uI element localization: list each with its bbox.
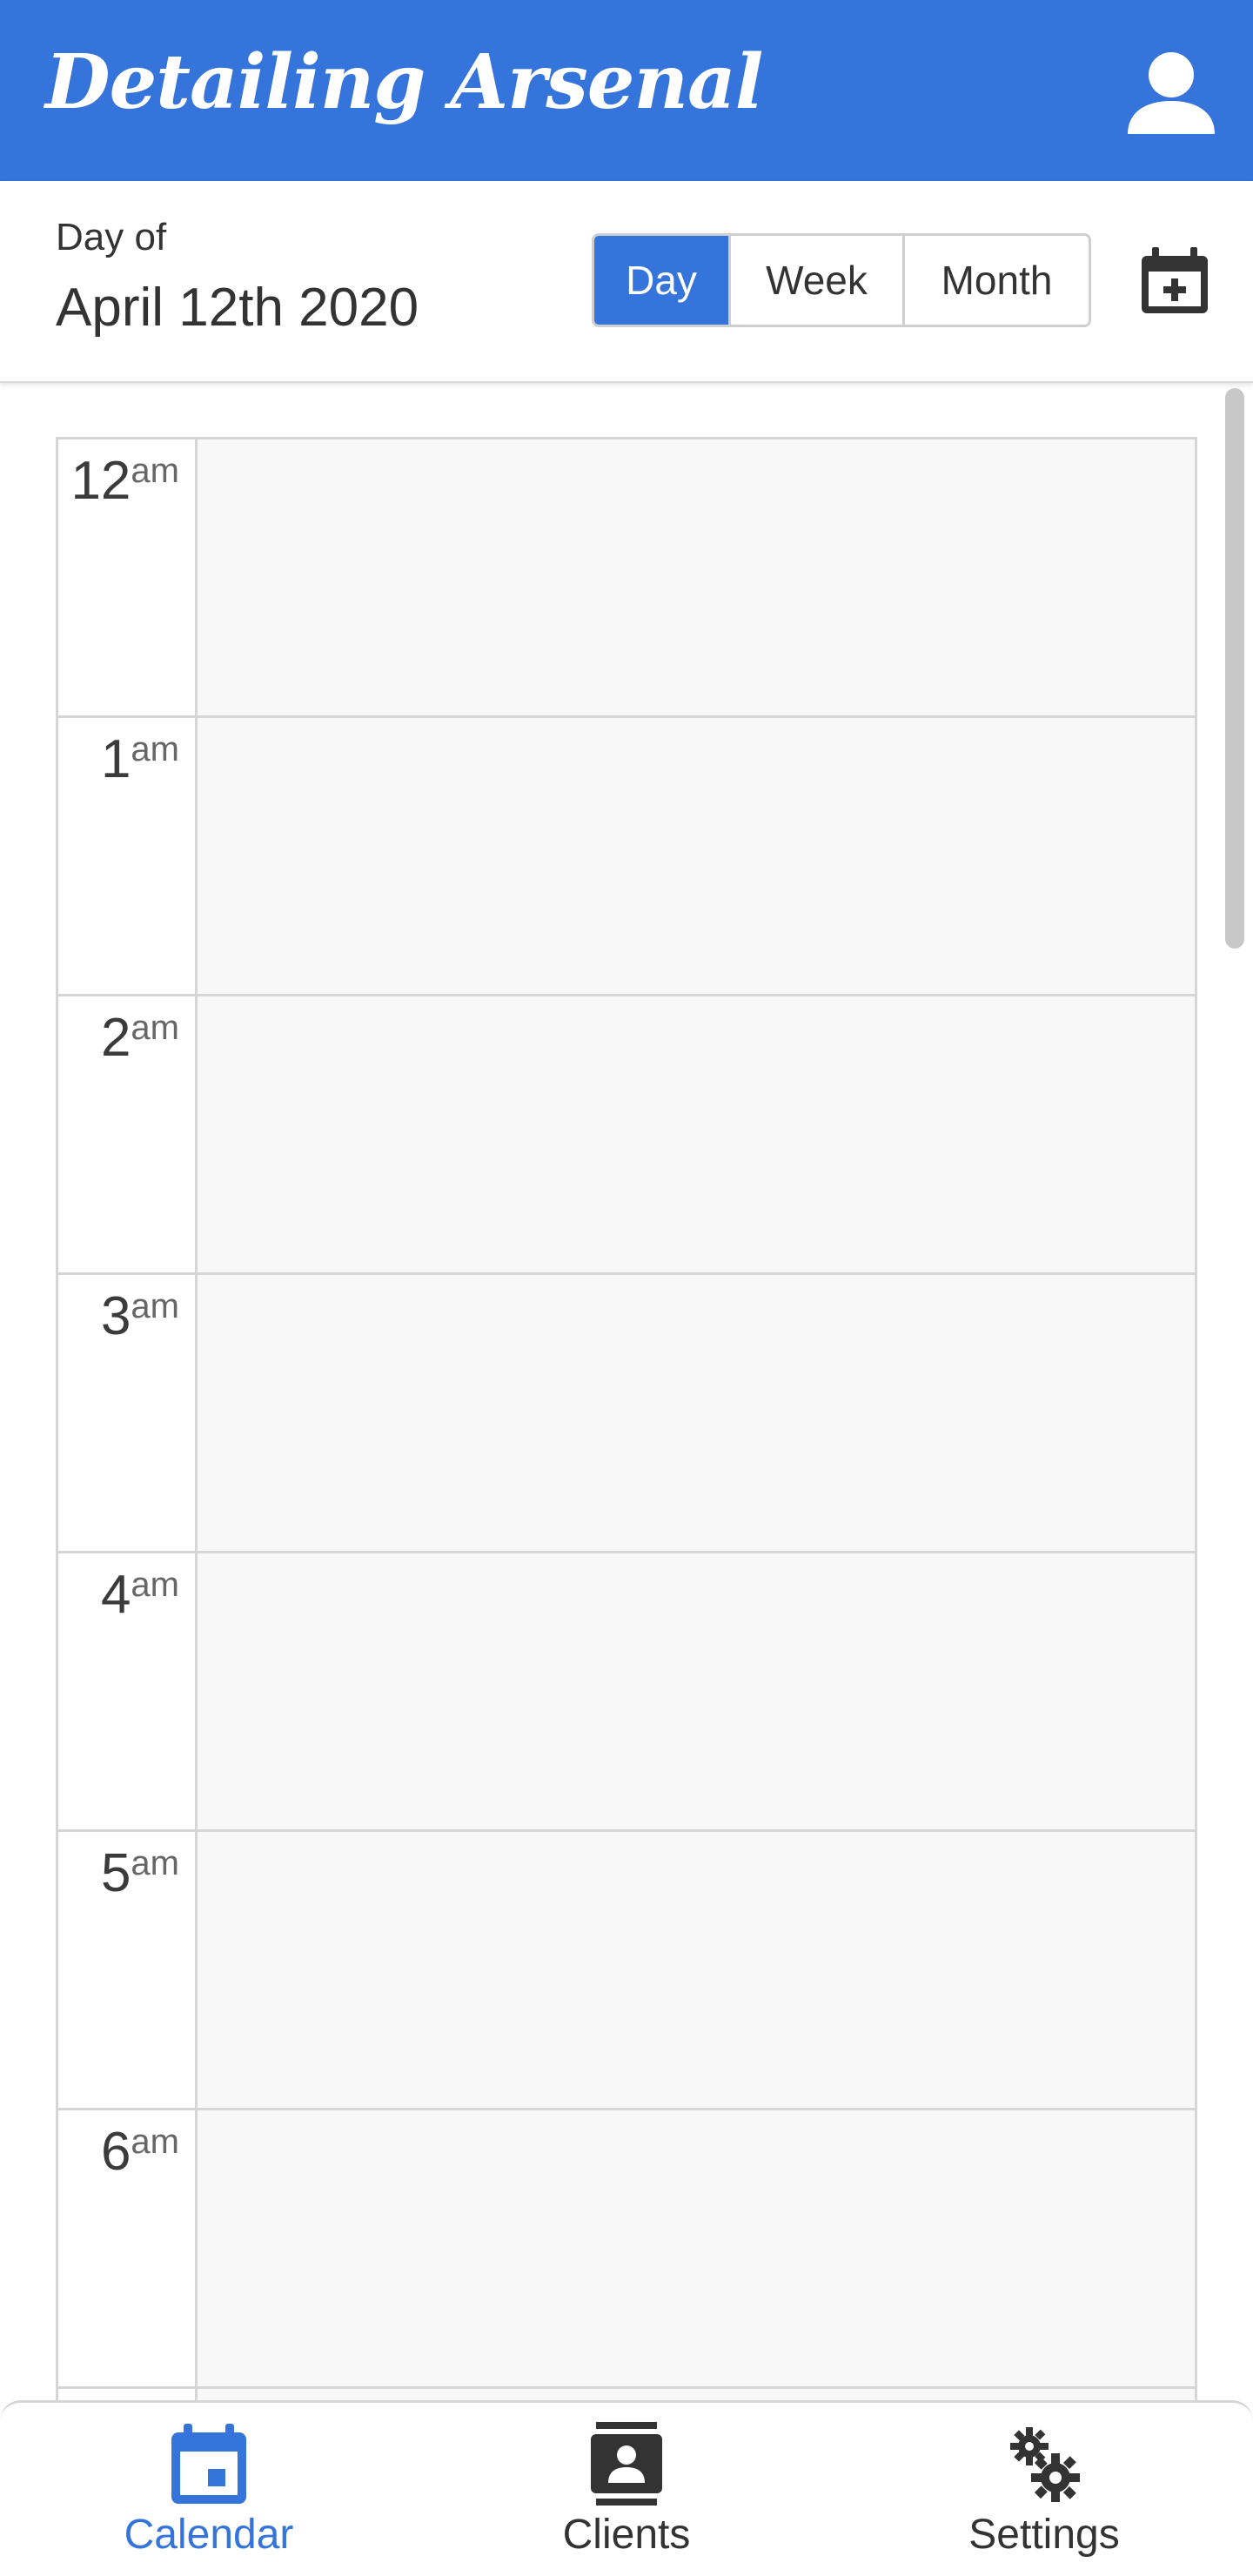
view-switcher: Day Week Month — [592, 233, 1091, 327]
hour-label: 4am — [58, 1553, 198, 1829]
nav-calendar-label: Calendar — [124, 2512, 294, 2558]
hour-slot[interactable] — [198, 2110, 1195, 2386]
hour-label: 3am — [58, 1275, 198, 1551]
hour-row: 1am — [58, 718, 1195, 996]
hour-slot[interactable] — [198, 1275, 1195, 1551]
app-bar: Detailing Arsenal — [0, 0, 1253, 181]
hour-row: 12am — [58, 439, 1195, 718]
hour-slot[interactable] — [198, 439, 1195, 715]
current-date: April 12th 2020 — [56, 278, 419, 338]
hour-label: 2am — [58, 996, 198, 1272]
hour-label: 5am — [58, 1832, 198, 2108]
view-day-button[interactable]: Day — [594, 236, 728, 325]
profile-button[interactable] — [1122, 44, 1220, 141]
view-week-button[interactable]: Week — [728, 236, 902, 325]
hour-slot[interactable] — [198, 1553, 1195, 1829]
hour-slot[interactable] — [198, 718, 1195, 994]
day-of-label: Day of — [56, 216, 167, 258]
scrollbar-thumb[interactable] — [1225, 388, 1244, 949]
hour-slot[interactable] — [198, 996, 1195, 1272]
hour-row: 4am — [58, 1553, 1195, 1832]
nav-settings[interactable]: Settings — [835, 2403, 1253, 2576]
date-header: Day of April 12th 2020 Day Week Month — [0, 181, 1253, 383]
hour-row: 3am — [58, 1275, 1195, 1553]
hour-row: 6am — [58, 2110, 1195, 2389]
calendar-plus-icon — [1142, 247, 1208, 313]
hour-slot[interactable] — [198, 1832, 1195, 2108]
hour-label: 1am — [58, 718, 198, 994]
hour-row: 5am — [58, 1832, 1195, 2110]
hour-label: 6am — [58, 2110, 198, 2386]
nav-settings-label: Settings — [968, 2512, 1120, 2558]
view-month-button[interactable]: Month — [902, 236, 1089, 325]
app-logo[interactable]: Detailing Arsenal — [45, 38, 763, 126]
add-event-button[interactable] — [1140, 245, 1209, 315]
hour-label: 12am — [58, 439, 198, 715]
nav-clients-label: Clients — [562, 2512, 691, 2558]
user-icon — [1128, 52, 1215, 134]
day-grid: 12am 1am 2am 3am 4am 5am 6am 7am — [56, 437, 1197, 2576]
nav-clients[interactable]: Clients — [418, 2403, 835, 2576]
contacts-icon — [591, 2422, 662, 2506]
nav-calendar[interactable]: Calendar — [0, 2403, 418, 2576]
hour-row: 2am — [58, 996, 1195, 1275]
calendar-icon — [171, 2424, 246, 2504]
gears-icon — [1010, 2427, 1080, 2502]
bottom-nav: Calendar Clients Settings — [0, 2400, 1253, 2576]
